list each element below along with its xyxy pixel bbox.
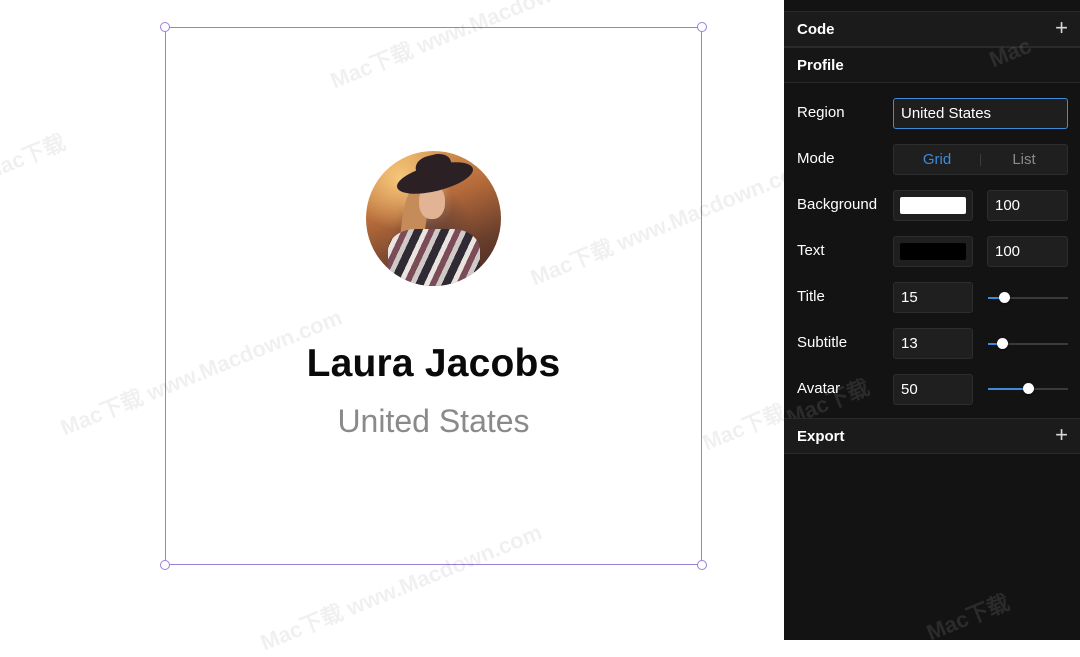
avatar-size-input[interactable] <box>893 374 973 405</box>
selected-frame[interactable] <box>165 27 702 565</box>
subtitle-size-slider-handle[interactable] <box>997 338 1008 349</box>
region-input[interactable] <box>893 98 1068 129</box>
mode-label: Mode <box>797 150 835 167</box>
section-title-code: Code <box>797 21 835 38</box>
title-size-label: Title <box>797 288 825 305</box>
avatar-size-slider-handle[interactable] <box>1023 383 1034 394</box>
section-header-profile[interactable]: Profile <box>784 47 1080 83</box>
avatar-size-slider-fill <box>988 388 1028 390</box>
subtitle-size-input[interactable] <box>893 328 973 359</box>
add-icon[interactable]: + <box>1055 17 1068 39</box>
profile-region: United States <box>337 403 530 439</box>
mode-segmented-control[interactable]: Grid List <box>893 144 1068 175</box>
watermark-logo: Mac下载 <box>923 589 1013 640</box>
text-opacity-input[interactable] <box>987 236 1068 267</box>
avatar-size-label: Avatar <box>797 380 841 397</box>
profile-name: Laura Jacobs <box>306 342 561 385</box>
design-canvas[interactable]: Laura Jacobs United States Mac下载 www.Mac… <box>0 0 815 655</box>
text-color-picker[interactable] <box>893 236 973 267</box>
section-header-export[interactable]: Export + <box>784 418 1080 454</box>
section-title-profile: Profile <box>797 57 844 74</box>
mode-option-list[interactable]: List <box>981 151 1067 168</box>
avatar-blanket-shape <box>388 229 480 286</box>
resize-handle-top-right[interactable] <box>697 22 707 32</box>
title-size-slider-handle[interactable] <box>999 292 1010 303</box>
inspector-panel: Code + Profile Mac Mac下载 Mac下载 <box>784 0 1080 640</box>
resize-handle-bottom-left[interactable] <box>160 560 170 570</box>
section-header-code[interactable]: Code + <box>784 11 1080 47</box>
resize-handle-bottom-right[interactable] <box>697 560 707 570</box>
watermark-logo: Mac下载 <box>699 399 789 456</box>
add-icon[interactable]: + <box>1055 424 1068 446</box>
background-label: Background <box>797 196 878 213</box>
mode-option-grid[interactable]: Grid <box>894 151 980 168</box>
text-color-label: Text <box>797 242 825 259</box>
background-color-swatch <box>900 197 966 214</box>
background-opacity-input[interactable] <box>987 190 1068 221</box>
avatar-image <box>366 151 501 286</box>
resize-handle-top-left[interactable] <box>160 22 170 32</box>
subtitle-size-label: Subtitle <box>797 334 848 351</box>
text-color-swatch <box>900 243 966 260</box>
region-label: Region <box>797 104 845 121</box>
watermark-logo: Mac下载 <box>0 129 69 186</box>
background-color-picker[interactable] <box>893 190 973 221</box>
title-size-input[interactable] <box>893 282 973 313</box>
section-title-export: Export <box>797 428 845 445</box>
